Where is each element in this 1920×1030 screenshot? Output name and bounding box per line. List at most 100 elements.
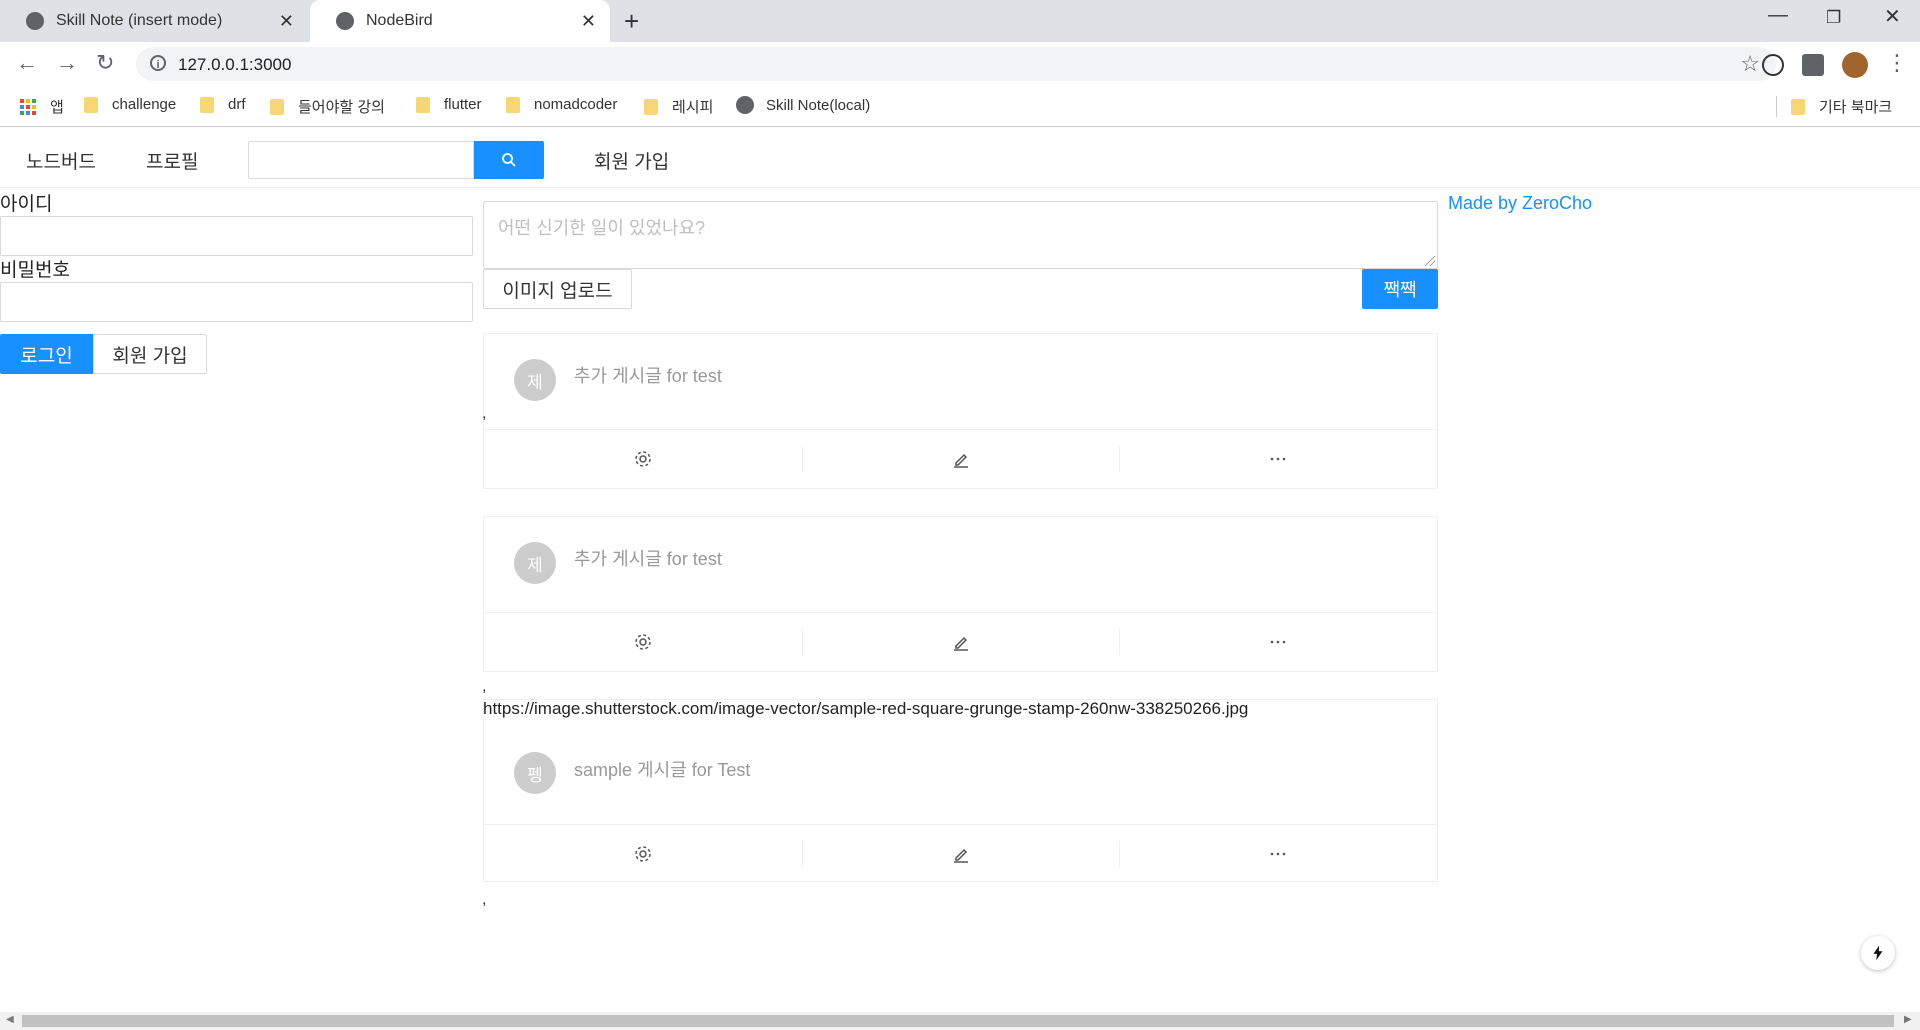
gear-icon (635, 634, 651, 650)
menu-home[interactable]: 노드버드 (26, 147, 96, 174)
reload-icon[interactable]: ↻ (96, 50, 114, 76)
window-close-icon[interactable]: ✕ (1884, 4, 1901, 29)
gear-icon (635, 846, 651, 862)
other-bookmarks[interactable]: 기타 북마크 (1776, 96, 1892, 117)
browser-tab[interactable]: Skill Note (insert mode) ✕ (0, 0, 308, 42)
folder-icon (416, 96, 430, 113)
more-action[interactable] (1119, 430, 1437, 488)
edit-action[interactable] (801, 613, 1120, 671)
bookmark-folder[interactable]: flutter (416, 96, 482, 113)
image-upload-button[interactable]: 이미지 업로드 (483, 269, 632, 309)
post-card: 펭 sample 게시글 for Test (483, 699, 1438, 882)
bookmark-link[interactable]: Skill Note(local) (736, 96, 870, 114)
bookmark-label: 들어야할 강의 (298, 99, 385, 116)
bookmark-folder[interactable]: challenge (84, 96, 176, 113)
bookmark-label: flutter (444, 96, 482, 113)
horizontal-scrollbar[interactable]: ◀ ▶ (0, 1012, 1920, 1030)
forward-icon[interactable]: → (56, 50, 78, 76)
password-input[interactable] (0, 282, 473, 322)
new-tab-icon[interactable]: + (624, 6, 639, 37)
address-bar[interactable]: i 127.0.0.1:3000 ☆ (136, 47, 1776, 81)
bookmark-folder[interactable]: drf (200, 96, 246, 113)
signup-button[interactable]: 회원 가입 (93, 334, 207, 374)
folder-icon (200, 96, 214, 113)
id-input[interactable] (0, 216, 473, 256)
avatar[interactable] (1842, 52, 1868, 78)
edit-action[interactable] (801, 430, 1120, 488)
resize-handle[interactable] (1425, 256, 1435, 266)
url-text: 127.0.0.1:3000 (178, 55, 292, 74)
post-placeholder: 어떤 신기한 일이 있었나요? (498, 218, 706, 238)
password-label: 비밀번호 (0, 260, 70, 281)
settings-action[interactable] (484, 430, 802, 488)
bookmark-label: nomadcoder (534, 96, 618, 113)
more-action[interactable] (1119, 825, 1437, 883)
made-by-link[interactable]: Made by ZeroCho (1448, 193, 1592, 214)
bookmark-star-icon[interactable]: ☆ (1740, 51, 1760, 77)
search-button[interactable] (474, 141, 544, 179)
card-body: 제 추가 게시글 for test (484, 517, 1437, 613)
submit-post-button[interactable]: 짹짹 (1362, 269, 1438, 309)
bookmark-label: challenge (112, 96, 177, 113)
close-icon[interactable]: ✕ (279, 11, 294, 32)
edit-action[interactable] (801, 825, 1120, 883)
search-input[interactable] (248, 141, 474, 179)
settings-action[interactable] (484, 825, 802, 883)
folder-icon (506, 96, 520, 113)
menu-profile[interactable]: 프로필 (146, 147, 198, 174)
bookmark-folder[interactable]: 레시피 (644, 96, 713, 117)
globe-icon (26, 12, 44, 30)
page: 노드버드 프로필 회원 가입 아이디 비밀번호 로그인 회원 가입 어떤 신기한… (0, 127, 1920, 1012)
restore-icon[interactable]: ❐ (1826, 8, 1841, 28)
puzzle-icon[interactable] (1802, 54, 1824, 76)
avatar: 펭 (514, 752, 556, 794)
card-actions (484, 825, 1437, 883)
bookmark-label: drf (228, 96, 246, 113)
bookmark-folder[interactable]: nomadcoder (506, 96, 617, 113)
card-actions (484, 613, 1437, 671)
scroll-left-icon[interactable]: ◀ (6, 1014, 14, 1025)
bookmarks-bar: 앱 challenge drf 들어야할 강의 flutter nomadcod… (0, 86, 1920, 127)
edit-icon (953, 636, 968, 651)
lightning-icon[interactable] (1861, 936, 1895, 970)
menu-signup[interactable]: 회원 가입 (594, 147, 669, 174)
ellipsis-icon (1270, 457, 1286, 461)
gear-icon (635, 451, 651, 467)
tab-title: Skill Note (insert mode) (56, 12, 223, 29)
post-textarea[interactable]: 어떤 신기한 일이 있었나요? (483, 201, 1438, 269)
avatar: 제 (514, 359, 556, 401)
bookmark-label: 기타 북마크 (1819, 99, 1893, 116)
folder-icon (84, 96, 98, 113)
card-actions (484, 430, 1437, 488)
search-icon (502, 153, 516, 167)
browser-toolbar: ← → ↻ i 127.0.0.1:3000 ☆ ⋮ (0, 42, 1920, 86)
more-action[interactable] (1119, 613, 1437, 671)
top-menu: 노드버드 프로필 회원 가입 (0, 127, 1920, 188)
folder-icon (644, 98, 658, 115)
avatar: 제 (514, 542, 556, 584)
post-card: 제 추가 게시글 for test (483, 333, 1438, 489)
scrollbar-thumb[interactable] (22, 1015, 1894, 1027)
post-content: sample 게시글 for Test (574, 760, 751, 780)
folder-icon (270, 98, 284, 115)
info-icon[interactable]: i (150, 55, 166, 71)
settings-action[interactable] (484, 613, 802, 671)
bookmark-apps[interactable]: 앱 (20, 96, 64, 117)
extension-icon[interactable] (1762, 54, 1784, 76)
minimize-icon[interactable]: — (1768, 4, 1788, 27)
ellipsis-icon (1270, 852, 1286, 856)
browser-tab-bar: Skill Note (insert mode) ✕ NodeBird ✕ + … (0, 0, 1920, 42)
scroll-right-icon[interactable]: ▶ (1904, 1014, 1912, 1025)
separator: , (482, 405, 487, 422)
edit-icon (953, 453, 968, 468)
tab-title: NodeBird (366, 12, 433, 29)
back-icon[interactable]: ← (16, 50, 38, 76)
browser-tab-active[interactable]: NodeBird ✕ (310, 0, 610, 42)
login-button[interactable]: 로그인 (0, 334, 93, 374)
post-content: 추가 게시글 for test (574, 549, 722, 569)
bookmark-folder[interactable]: 들어야할 강의 (270, 96, 385, 117)
kebab-menu-icon[interactable]: ⋮ (1886, 50, 1908, 76)
ellipsis-icon (1270, 640, 1286, 644)
close-icon[interactable]: ✕ (581, 11, 596, 32)
separator: , (482, 891, 487, 908)
